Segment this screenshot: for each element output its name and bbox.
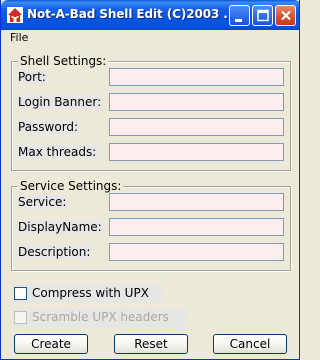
shell-settings-legend: Shell Settings:	[18, 54, 109, 68]
scramble-upx-checkbox-box	[14, 311, 27, 324]
scramble-upx-checkbox: Scramble UPX headers	[13, 308, 186, 327]
login-banner-label: Login Banner:	[17, 95, 103, 109]
service-input[interactable]	[109, 193, 284, 211]
minimize-button[interactable]	[229, 5, 250, 26]
reset-button[interactable]: Reset	[114, 334, 188, 354]
port-input[interactable]	[109, 68, 284, 86]
compress-upx-checkbox-box[interactable]	[14, 287, 27, 300]
service-label: Service:	[17, 195, 68, 209]
maximize-button[interactable]	[252, 5, 273, 26]
create-button[interactable]: Create	[14, 334, 88, 354]
login-banner-input[interactable]	[109, 93, 284, 111]
window-title: Not-A-Bad Shell Edit (C)2003 ...	[27, 7, 237, 21]
menu-file[interactable]: File	[10, 31, 28, 44]
display-name-input[interactable]	[109, 218, 284, 236]
password-input[interactable]	[109, 118, 284, 136]
max-threads-input[interactable]	[109, 143, 284, 161]
app-window: Not-A-Bad Shell Edit (C)2003 ... File Sh…	[0, 0, 300, 360]
password-label: Password:	[17, 120, 80, 134]
scramble-upx-label: Scramble UPX headers	[32, 310, 169, 324]
description-input[interactable]	[109, 243, 284, 261]
maximize-icon	[257, 9, 269, 22]
title-bar[interactable]: Not-A-Bad Shell Edit (C)2003 ...	[1, 0, 299, 30]
menu-bar: File	[1, 30, 299, 46]
compress-upx-checkbox[interactable]: Compress with UPX	[13, 284, 162, 303]
display-name-label: DisplayName:	[17, 220, 103, 234]
port-label: Port:	[17, 70, 47, 84]
compress-upx-label: Compress with UPX	[32, 286, 149, 300]
service-settings-legend: Service Settings:	[18, 179, 124, 193]
cancel-button[interactable]: Cancel	[213, 334, 287, 354]
description-label: Description:	[17, 245, 92, 259]
red-house-icon[interactable]	[6, 6, 24, 24]
max-threads-label: Max threads:	[17, 145, 98, 159]
minimize-icon	[235, 19, 242, 22]
close-icon	[281, 10, 291, 21]
close-button[interactable]	[275, 5, 296, 26]
